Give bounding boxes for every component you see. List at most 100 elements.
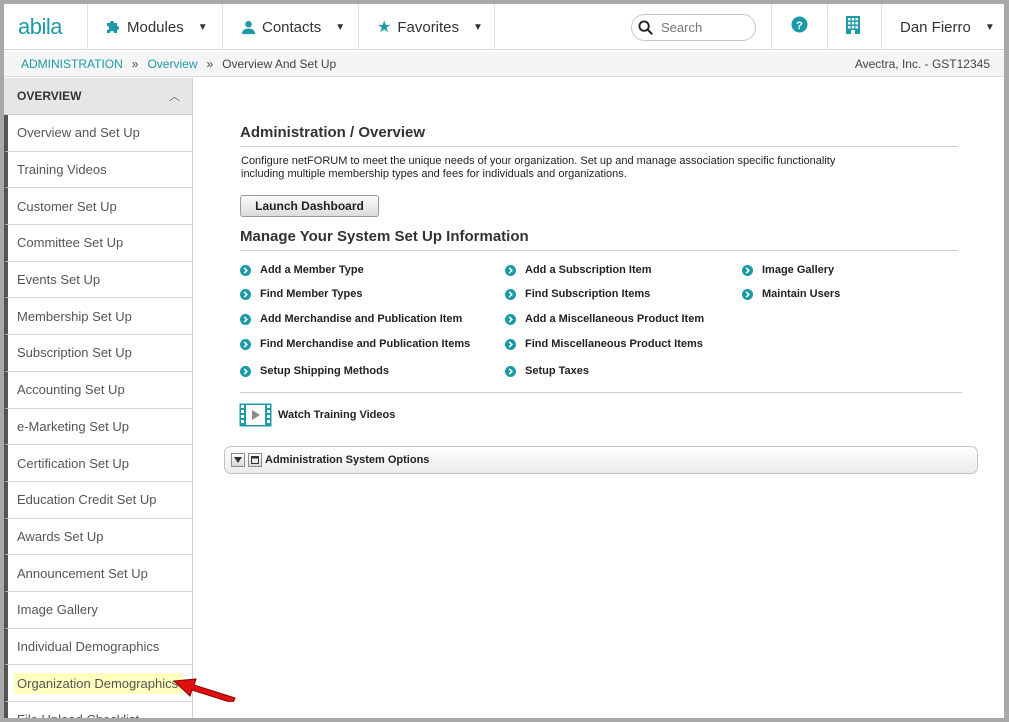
link-maintain-users[interactable]: Maintain Users: [742, 288, 840, 300]
arrow-circle-icon: [505, 313, 516, 325]
page-title: Administration / Overview: [240, 124, 958, 147]
breadcrumb-separator: »: [206, 57, 214, 71]
app-window: abila Modules ▼ Contacts ▼ ★ Favorites ▼: [0, 0, 1009, 722]
sidebar-item-training-videos[interactable]: Training Videos: [4, 151, 192, 189]
sidebar-item-announcement-set-up[interactable]: Announcement Set Up: [4, 555, 192, 592]
link-add-subscription-item[interactable]: Add a Subscription Item: [505, 264, 652, 276]
link-find-subscription-items[interactable]: Find Subscription Items: [505, 288, 650, 300]
sidebar-item-individual-demographics[interactable]: Individual Demographics: [4, 628, 192, 666]
sidebar-item-organization-demographics[interactable]: Organization Demographics: [4, 665, 192, 702]
link-label: Add a Subscription Item: [525, 264, 652, 276]
help-icon[interactable]: ?: [791, 16, 808, 38]
svg-text:?: ?: [796, 20, 803, 32]
sidebar-item-membership-set-up[interactable]: Membership Set Up: [4, 298, 192, 336]
link-setup-shipping-methods[interactable]: Setup Shipping Methods: [240, 365, 389, 377]
user-name: Dan Fierro: [900, 18, 971, 36]
chevron-down-icon: ▼: [473, 21, 483, 33]
window-icon: [251, 456, 259, 464]
top-navigation: abila Modules ▼ Contacts ▼ ★ Favorites ▼: [4, 4, 1004, 50]
contacts-menu[interactable]: Contacts ▼: [241, 4, 345, 50]
sidebar-item-events-set-up[interactable]: Events Set Up: [4, 261, 192, 299]
sidebar-item-accounting-set-up[interactable]: Accounting Set Up: [4, 371, 192, 409]
sidebar-item-file-upload-checklist[interactable]: File Upload Checklist: [4, 702, 192, 718]
description-line: Configure netFORUM to meet the unique ne…: [241, 155, 836, 167]
sidebar-item-label: Training Videos: [17, 162, 107, 178]
arrow-circle-icon: [505, 365, 516, 377]
sidebar-item-overview-and-set-up[interactable]: Overview and Set Up: [4, 115, 192, 152]
link-label: Maintain Users: [762, 288, 841, 300]
breadcrumb: ADMINISTRATION » Overview » Overview And Set…: [21, 57, 336, 71]
breadcrumb-overview[interactable]: Overview: [147, 57, 197, 71]
puzzle-icon: [105, 19, 121, 35]
watch-training-videos-link[interactable]: Watch Training Videos: [239, 403, 395, 427]
sidebar-header[interactable]: OVERVIEW ︿: [4, 78, 192, 115]
sidebar-item-e-marketing-set-up[interactable]: e-Marketing Set Up: [4, 408, 192, 446]
film-strip-icon: [239, 403, 272, 427]
sidebar-item-customer-set-up[interactable]: Customer Set Up: [4, 188, 192, 226]
contacts-label: Contacts: [262, 18, 322, 36]
link-image-gallery[interactable]: Image Gallery: [742, 264, 834, 276]
expand-toggle-button[interactable]: [231, 453, 245, 467]
breadcrumb-current: Overview And Set Up: [222, 57, 337, 71]
link-label: Find Member Types: [260, 288, 363, 300]
chevron-up-icon[interactable]: ︿: [169, 88, 180, 104]
sidebar-item-awards-set-up[interactable]: Awards Set Up: [4, 518, 192, 556]
window-toggle-button[interactable]: [248, 453, 262, 467]
link-find-miscellaneous-product-items[interactable]: Find Miscellaneous Product Items: [505, 338, 703, 350]
favorites-menu[interactable]: ★ Favorites ▼: [377, 4, 483, 50]
sidebar-item-label: Certification Set Up: [17, 455, 129, 471]
link-add-miscellaneous-product-item[interactable]: Add a Miscellaneous Product Item: [505, 313, 704, 325]
nav-divider: [494, 4, 495, 50]
link-add-member-type[interactable]: Add a Member Type: [240, 264, 364, 276]
sidebar-item-label: Customer Set Up: [17, 198, 117, 214]
arrow-circle-icon: [240, 288, 251, 300]
search-box[interactable]: [631, 14, 756, 41]
user-menu[interactable]: Dan Fierro ▼: [900, 4, 995, 50]
sidebar-header-label: OVERVIEW: [17, 89, 82, 103]
sidebar-item-image-gallery[interactable]: Image Gallery: [4, 591, 192, 629]
favorites-label: Favorites: [397, 18, 460, 36]
link-label: Add Merchandise and Publication Item: [260, 313, 463, 325]
chevron-down-icon: ▼: [197, 21, 208, 33]
launch-dashboard-button[interactable]: Launch Dashboard: [240, 195, 379, 217]
link-setup-taxes[interactable]: Setup Taxes: [505, 365, 589, 377]
sidebar-item-label: Committee Set Up: [17, 235, 124, 251]
sidebar-item-label: e-Marketing Set Up: [17, 418, 129, 434]
sidebar-item-certification-set-up[interactable]: Certification Set Up: [4, 445, 192, 482]
nav-divider: [771, 4, 772, 50]
description-line: including multiple membership types and …: [241, 168, 627, 180]
nav-divider: [222, 4, 223, 50]
link-find-merchandise-and-publication-items[interactable]: Find Merchandise and Publication Items: [240, 338, 470, 350]
link-label: Add a Miscellaneous Product Item: [525, 313, 705, 325]
sidebar-item-subscription-set-up[interactable]: Subscription Set Up: [4, 335, 192, 372]
building-icon[interactable]: [845, 15, 861, 40]
abila-logo[interactable]: abila: [18, 14, 62, 40]
page-description: Configure netFORUM to meet the unique ne…: [241, 155, 841, 181]
panel-title: Administration System Options: [265, 454, 430, 466]
link-label: Find Merchandise and Publication Items: [260, 338, 471, 350]
sidebar-item-label: Image Gallery: [17, 602, 98, 618]
modules-menu[interactable]: Modules ▼: [105, 4, 208, 50]
administration-system-options-panel: Administration System Options: [224, 446, 978, 474]
link-find-member-types[interactable]: Find Member Types: [240, 288, 362, 300]
breadcrumb-separator: »: [131, 57, 139, 71]
chevron-down-icon: ▼: [984, 21, 995, 33]
link-label: Find Subscription Items: [525, 288, 651, 300]
sidebar-item-label: Overview and Set Up: [17, 125, 140, 141]
search-input[interactable]: [659, 19, 749, 36]
sidebar-item-education-credit-set-up[interactable]: Education Credit Set Up: [4, 481, 192, 519]
arrow-circle-icon: [505, 288, 516, 300]
breadcrumb-bar: ADMINISTRATION » Overview » Overview And Set…: [4, 51, 1004, 77]
organization-label: Avectra, Inc. - GST12345: [854, 57, 990, 71]
star-icon: ★: [377, 19, 392, 36]
person-icon: [241, 20, 256, 35]
sidebar-item-label: Membership Set Up: [17, 308, 132, 324]
arrow-circle-icon: [505, 264, 516, 276]
caret-down-icon: [234, 457, 242, 463]
sidebar-item-label: Accounting Set Up: [17, 382, 125, 398]
link-add-merchandise-and-publication-item[interactable]: Add Merchandise and Publication Item: [240, 313, 462, 325]
arrow-circle-icon: [505, 338, 516, 350]
breadcrumb-administration[interactable]: ADMINISTRATION: [21, 57, 123, 71]
sidebar-item-committee-set-up[interactable]: Committee Set Up: [4, 225, 192, 262]
link-label: Find Miscellaneous Product Items: [525, 338, 703, 350]
